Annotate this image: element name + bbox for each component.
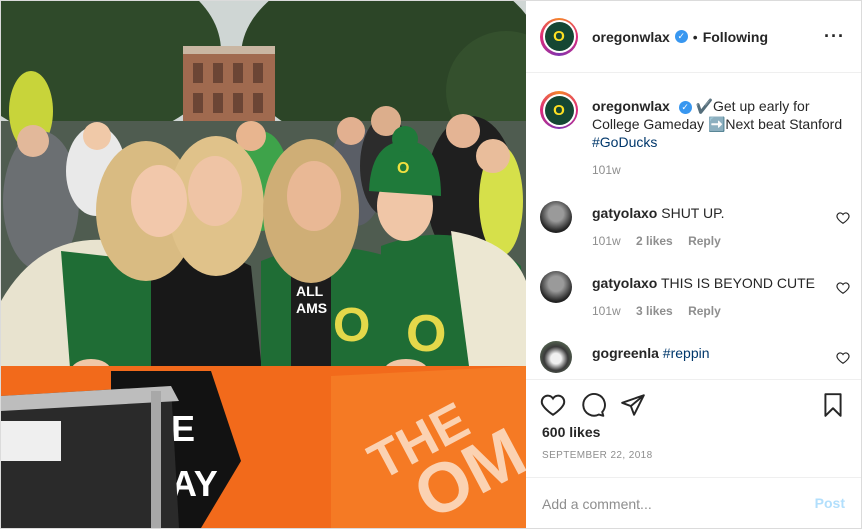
comment-text: gatyolaxo THIS IS BEYOND CUTE bbox=[592, 274, 822, 292]
comment-body: THIS IS BEYOND CUTE bbox=[661, 275, 816, 291]
post-photo[interactable]: O O ALL AMS O THE OM E AY bbox=[1, 1, 526, 528]
photo-illustration: O O ALL AMS O THE OM E AY bbox=[1, 1, 526, 528]
follow-separator: • bbox=[692, 28, 698, 45]
like-heart-icon[interactable] bbox=[540, 392, 566, 418]
instagram-post: O O ALL AMS O THE OM E AY O oregonwlax ✓… bbox=[0, 0, 862, 529]
verified-badge-icon: ✓ bbox=[678, 100, 692, 114]
caption-body-2: Next beat Stanford bbox=[725, 116, 843, 132]
comments-list[interactable]: O oregonwlax ✓ ✔️Get up early for Colleg… bbox=[526, 73, 861, 377]
caption-avatar[interactable]: O bbox=[540, 91, 578, 129]
reply-button[interactable]: Reply bbox=[688, 234, 721, 248]
likes-count[interactable]: 600 likes bbox=[542, 424, 600, 440]
avatar-logo: O bbox=[553, 28, 565, 45]
comment-likes[interactable]: 2 likes bbox=[636, 234, 673, 248]
commenter-username[interactable]: gogreenla bbox=[592, 345, 659, 361]
hashtag-link[interactable]: #reppin bbox=[663, 345, 710, 361]
jacket-letter-2: O bbox=[406, 305, 446, 363]
caption-text: oregonwlax ✓ ✔️Get up early for College … bbox=[592, 97, 850, 151]
commenter-username[interactable]: gatyolaxo bbox=[592, 275, 657, 291]
comment-age[interactable]: 101w bbox=[592, 234, 621, 248]
commenter-avatar[interactable] bbox=[540, 271, 572, 303]
shirt-text: ALL bbox=[296, 283, 324, 299]
caption-username[interactable]: oregonwlax bbox=[592, 98, 670, 114]
comment-likes[interactable]: 3 likes bbox=[636, 304, 673, 318]
reply-button[interactable]: Reply bbox=[688, 304, 721, 318]
comment-meta: 101w 2 likes Reply bbox=[592, 234, 733, 248]
hashtag-link[interactable]: #GoDucks bbox=[592, 134, 657, 150]
action-bar: 600 likes SEPTEMBER 22, 2018 Post bbox=[526, 379, 861, 529]
post-comment-button[interactable]: Post bbox=[815, 495, 845, 511]
heart-outline-icon[interactable] bbox=[836, 211, 850, 225]
comment-text: gatyolaxo SHUT UP. bbox=[592, 204, 822, 222]
comment-text: gogreenla #reppin bbox=[592, 344, 822, 362]
sign-text-2: AY bbox=[171, 463, 218, 504]
comment-body: SHUT UP. bbox=[661, 205, 725, 221]
comment-age[interactable]: 101w bbox=[592, 304, 621, 318]
commenter-avatar[interactable] bbox=[540, 341, 572, 373]
add-comment-bar: Post bbox=[526, 477, 861, 529]
heart-outline-icon[interactable] bbox=[836, 281, 850, 295]
commenter-username[interactable]: gatyolaxo bbox=[592, 205, 657, 221]
caption-age[interactable]: 101w bbox=[592, 163, 621, 177]
more-options-icon[interactable]: ··· bbox=[824, 27, 845, 45]
svg-text:AMS: AMS bbox=[296, 300, 327, 316]
header-username[interactable]: oregonwlax bbox=[592, 29, 670, 45]
comment-input[interactable] bbox=[542, 495, 792, 512]
post-sidebar: O oregonwlax ✓ • Following ··· O oregonw… bbox=[526, 1, 861, 528]
following-button[interactable]: Following bbox=[703, 29, 768, 45]
comment-meta: 101w 3 likes Reply bbox=[592, 304, 733, 318]
commenter-avatar[interactable] bbox=[540, 201, 572, 233]
post-date[interactable]: SEPTEMBER 22, 2018 bbox=[542, 450, 653, 461]
post-header: O oregonwlax ✓ • Following ··· bbox=[526, 1, 861, 73]
verified-badge-icon: ✓ bbox=[674, 30, 688, 43]
sign-text-1: E bbox=[171, 408, 195, 449]
share-paper-plane-icon[interactable] bbox=[620, 392, 646, 418]
jacket-letter-1: O bbox=[333, 299, 370, 352]
arrow-emoji: ➡️ bbox=[707, 116, 726, 132]
comment-bubble-icon[interactable] bbox=[580, 392, 606, 418]
save-bookmark-icon[interactable] bbox=[820, 392, 846, 418]
heart-outline-icon[interactable] bbox=[836, 351, 850, 365]
hat-letter: O bbox=[397, 160, 409, 177]
avatar[interactable]: O bbox=[540, 17, 578, 56]
